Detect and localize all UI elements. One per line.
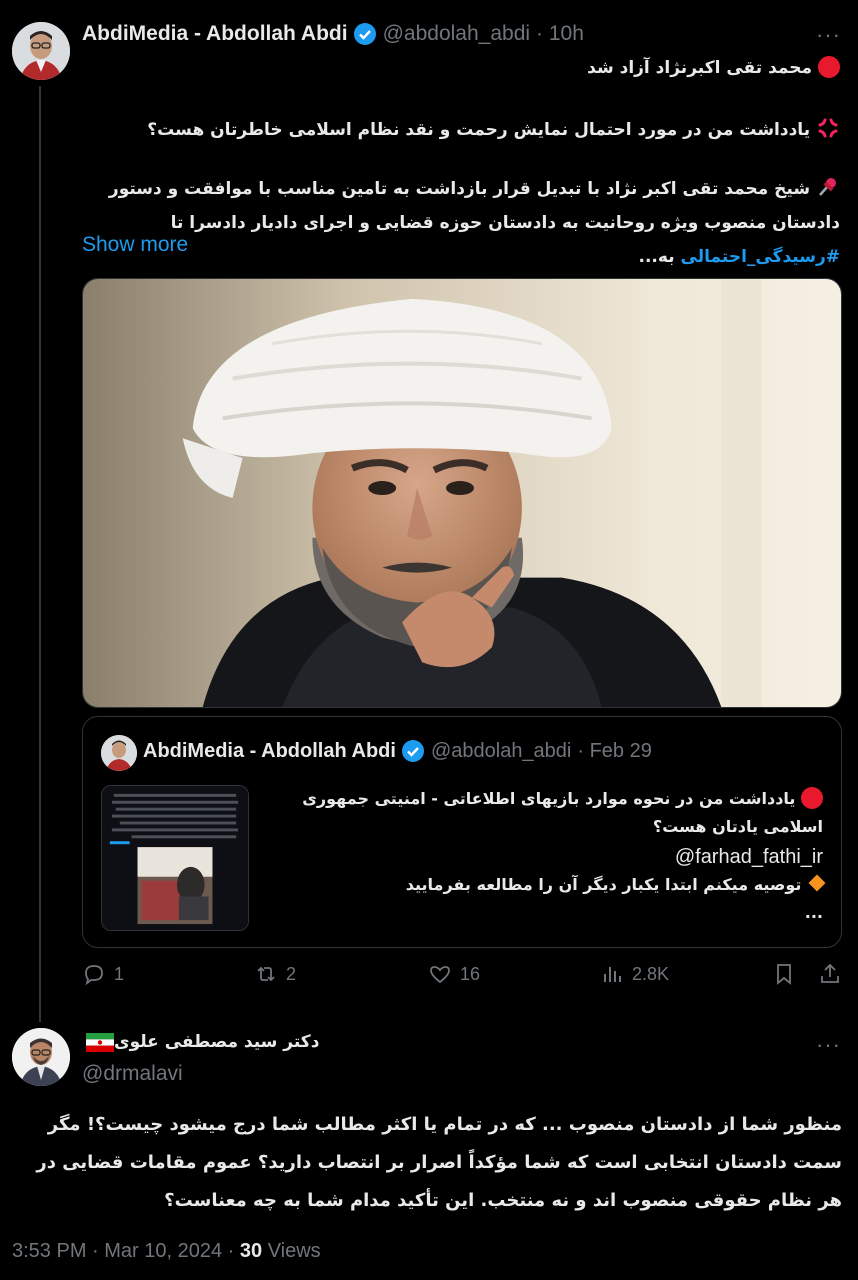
repost-count: 2 — [286, 963, 297, 984]
bookmark-icon — [777, 964, 791, 985]
share-icon — [821, 963, 839, 983]
quoted-tweet-header: AbdiMedia - Abdollah Abdi @abdolah_abdi … — [143, 739, 652, 763]
reply-body-text: منظور شما از دادستان منصوب ... که در تما… — [36, 1114, 842, 1211]
headline-text: محمد تقی اکبرنژاد آزاد شد — [587, 58, 813, 78]
repost-icon — [257, 966, 275, 982]
pushpin-icon — [816, 175, 840, 199]
quoted-line-3-text: توصیه میکنم ابتدا یکبار دیگر آن را مطالع… — [405, 875, 802, 894]
author-avatar[interactable] — [12, 22, 70, 80]
tweet-time[interactable]: · 10h — [536, 22, 584, 46]
tweet-action-bar: 1 2 16 2.8K — [82, 962, 842, 998]
more-icon[interactable]: ··· — [816, 22, 841, 48]
show-more-link[interactable]: Show more — [82, 233, 188, 257]
reply-author-avatar[interactable] — [12, 1028, 70, 1086]
share-button[interactable] — [818, 962, 842, 986]
reply-button[interactable]: 1 — [82, 962, 124, 986]
author-handle[interactable]: @abdolah_abdi — [383, 22, 530, 46]
repost-button[interactable]: 2 — [254, 962, 296, 986]
tweet-media-image[interactable] — [82, 278, 842, 708]
thread-connector-line — [39, 86, 41, 1022]
more-icon[interactable]: ··· — [816, 1032, 841, 1058]
reply-icon — [85, 965, 103, 986]
red-circle-icon — [818, 56, 840, 78]
tweet-header: AbdiMedia - Abdollah Abdi @abdolah_abdi … — [82, 22, 584, 46]
views-button[interactable]: 2.8K — [600, 962, 669, 986]
anger-icon — [816, 116, 840, 140]
red-circle-icon — [801, 787, 823, 809]
like-icon — [430, 966, 450, 984]
reply-count: 1 — [114, 963, 125, 984]
quoted-author-avatar[interactable] — [101, 735, 137, 771]
tweet-line-headline: محمد تقی اکبرنژاد آزاد شد — [120, 56, 840, 78]
quoted-tweet-thumbnail[interactable] — [101, 785, 249, 931]
reply-time[interactable]: 3:53 PM · Mar 10, 2024 · — [12, 1240, 240, 1262]
bookmark-button[interactable] — [772, 962, 796, 986]
quoted-ellipsis: ... — [804, 903, 823, 922]
orange-diamond-icon — [808, 874, 826, 892]
quoted-tweet-text: یادداشت من در نحوه موارد بازیهای اطلاعات… — [263, 785, 826, 927]
like-button[interactable]: 16 — [428, 962, 480, 986]
hashtag-link[interactable]: #رسیدگی_احتمالی — [681, 247, 840, 267]
verified-badge-icon — [401, 739, 425, 763]
question-text: یادداشت من در مورد احتمال نمایش رحمت و ن… — [147, 120, 811, 140]
reply-author-name[interactable]: دکتر سید مصطفی علوی — [82, 1032, 319, 1052]
quoted-tweet-date[interactable]: · Feb 29 — [577, 740, 651, 763]
quoted-line-3: توصیه میکنم ابتدا یکبار دیگر آن را مطالع… — [263, 871, 826, 899]
quoted-author-handle[interactable]: @abdolah_abdi — [431, 740, 571, 763]
tweet-paragraph: شیخ محمد تقی اکبر نژاد با تبدیل قرار باز… — [80, 172, 840, 274]
reply-views-label: Views — [262, 1240, 321, 1262]
reply-author-handle[interactable]: @drmalavi — [82, 1062, 183, 1086]
author-name[interactable]: AbdiMedia - Abdollah Abdi — [82, 22, 348, 46]
quoted-line-1-text: یادداشت من در نحوه موارد بازیهای اطلاعات… — [302, 789, 823, 836]
reply-views-count: 30 — [239, 1240, 263, 1262]
quoted-tweet-card[interactable]: AbdiMedia - Abdollah Abdi @abdolah_abdi … — [82, 716, 842, 948]
views-icon — [604, 967, 621, 982]
quoted-line-1: یادداشت من در نحوه موارد بازیهای اطلاعات… — [263, 785, 823, 841]
quoted-mention[interactable]: @farhad_fathi_ir — [263, 843, 823, 871]
paragraph-tail: به... — [638, 247, 681, 267]
reply-timestamp-footer: 3:53 PM · Mar 10, 2024 · 30 Views — [12, 1240, 321, 1263]
quoted-author-name[interactable]: AbdiMedia - Abdollah Abdi — [143, 740, 396, 763]
tweet-line-question: یادداشت من در مورد احتمال نمایش رحمت و ن… — [120, 116, 840, 140]
paragraph-text: شیخ محمد تقی اکبر نژاد با تبدیل قرار باز… — [108, 179, 840, 233]
iran-flag-icon — [86, 1032, 114, 1052]
reply-author-name-text: دکتر سید مصطفی علوی — [114, 1032, 320, 1052]
verified-badge-icon — [353, 22, 377, 46]
views-count: 2.8K — [632, 963, 670, 984]
like-count: 16 — [460, 963, 481, 984]
